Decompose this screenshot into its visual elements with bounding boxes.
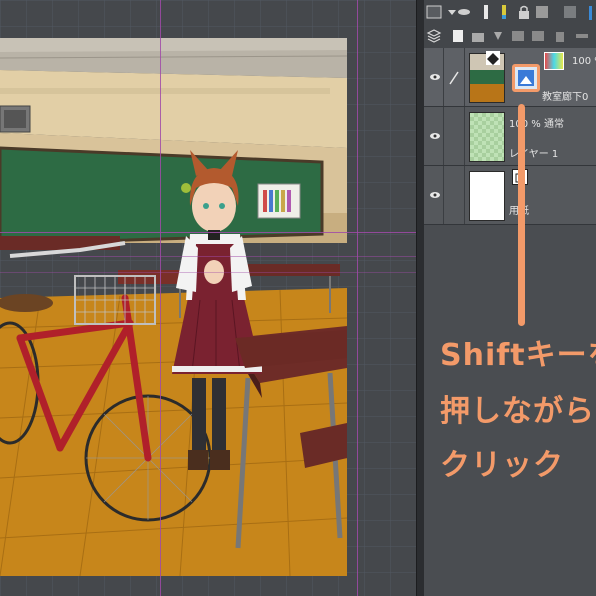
canvas-area[interactable] bbox=[0, 0, 416, 596]
layer-thumbnail-raster[interactable] bbox=[469, 112, 505, 162]
layer-toolbar-bottom bbox=[424, 24, 596, 49]
guide-vertical-1 bbox=[160, 0, 161, 596]
3d-camera-icon-button[interactable] bbox=[512, 64, 540, 92]
layer-row-3d[interactable]: 100 % 教室廊下0 bbox=[424, 48, 596, 107]
annotation-arrow-line bbox=[518, 104, 525, 326]
merge-down-icon[interactable] bbox=[490, 28, 506, 44]
layer-name: レイヤー 1 bbox=[509, 149, 559, 160]
layer-edit-column[interactable] bbox=[444, 107, 465, 165]
guide-horizontal-3 bbox=[0, 272, 416, 273]
delete-layer-icon[interactable] bbox=[552, 28, 568, 44]
layer-panel: 100 % 教室廊下0 100 % 通常 レイヤー 1 用紙 bbox=[424, 0, 596, 596]
3d-layer-badge-icon bbox=[486, 51, 500, 65]
layer-name: 教室廊下0 bbox=[542, 92, 589, 103]
copy-layer-icon[interactable] bbox=[530, 28, 546, 44]
guide-horizontal-2 bbox=[60, 256, 416, 257]
guide-horizontal-1 bbox=[0, 232, 416, 233]
layer-toolbar-top bbox=[424, 0, 596, 25]
eye-dropper-icon[interactable] bbox=[456, 4, 472, 20]
layer-opacity-blend: 100 % bbox=[572, 56, 596, 67]
layer-row-paper[interactable]: 用紙 bbox=[424, 166, 596, 225]
visibility-eye-icon[interactable] bbox=[426, 107, 444, 165]
layer-thumbnail-paper[interactable] bbox=[469, 171, 505, 221]
annotation-line-2: 押しながら bbox=[440, 394, 595, 429]
pen-icon[interactable] bbox=[478, 4, 494, 20]
layer-color-icon[interactable] bbox=[426, 4, 442, 20]
annotation-line-1: Shiftキーを bbox=[440, 338, 596, 373]
guide-vertical-2 bbox=[357, 0, 358, 596]
visibility-eye-icon[interactable] bbox=[426, 48, 444, 106]
layer-row-raster[interactable]: 100 % 通常 レイヤー 1 bbox=[424, 107, 596, 166]
layer-stack-icon[interactable] bbox=[426, 28, 442, 44]
visibility-eye-icon[interactable] bbox=[426, 166, 444, 224]
new-folder-icon[interactable] bbox=[470, 28, 486, 44]
clipping-icon[interactable] bbox=[534, 4, 550, 20]
mask-icon[interactable] bbox=[510, 28, 526, 44]
lock-icon[interactable] bbox=[516, 4, 532, 20]
annotation-line-3: クリック bbox=[440, 448, 564, 483]
layer-edit-column[interactable] bbox=[444, 166, 465, 224]
new-layer-icon[interactable] bbox=[450, 28, 466, 44]
options-icon[interactable] bbox=[574, 28, 590, 44]
layer-color-swatch-icon bbox=[544, 52, 564, 70]
brush-icon[interactable] bbox=[496, 4, 512, 20]
layer-edit-column[interactable] bbox=[444, 48, 465, 106]
blue-flag-icon[interactable] bbox=[586, 4, 596, 20]
3d-scene-render[interactable] bbox=[0, 38, 347, 576]
reference-icon[interactable] bbox=[562, 4, 578, 20]
